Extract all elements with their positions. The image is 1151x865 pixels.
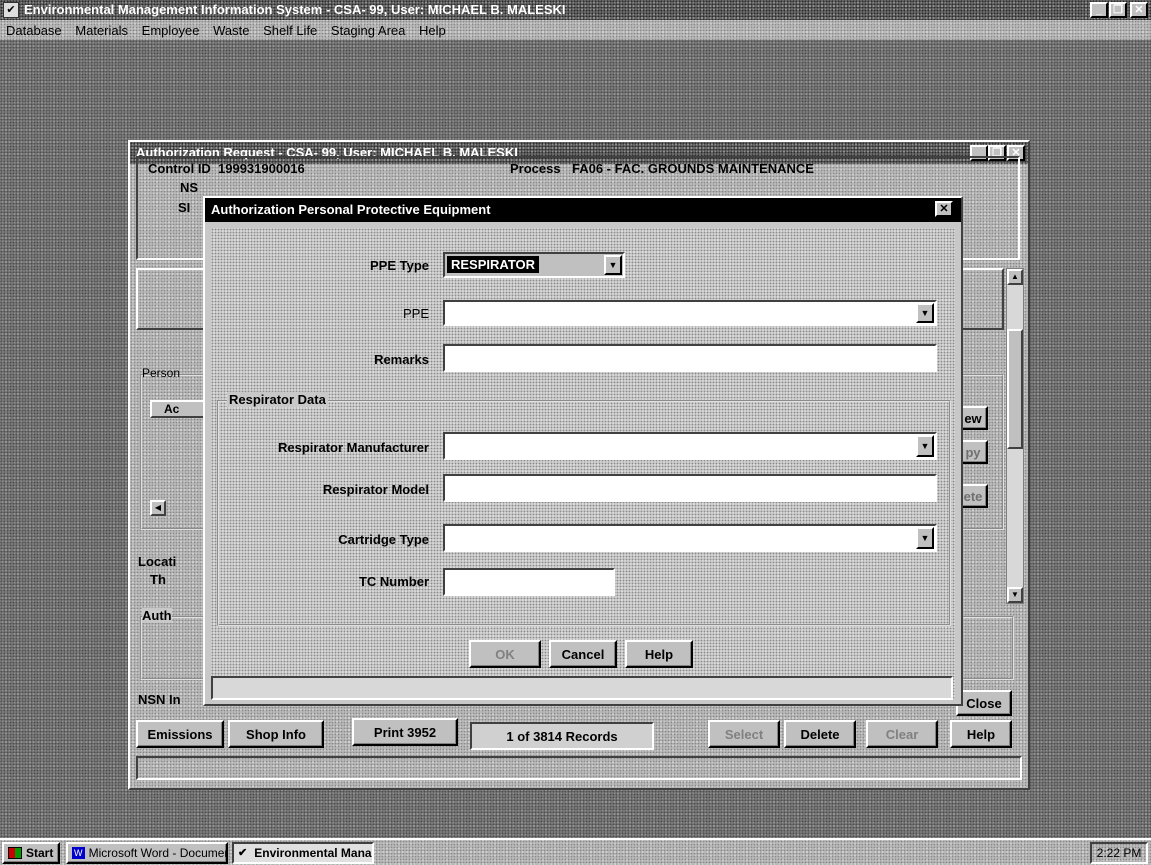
cancel-button[interactable]: Cancel	[549, 640, 617, 668]
manufacturer-dropdown[interactable]: ▼	[443, 432, 937, 460]
record-navigator: 1 of 3814 Records	[470, 722, 654, 750]
app-title: Environmental Management Information Sys…	[24, 2, 566, 17]
menu-staging-area[interactable]: Staging Area	[331, 23, 405, 38]
cartridge-type-dropdown[interactable]: ▼	[443, 524, 937, 552]
ppe-dialog: Authorization Personal Protective Equipm…	[203, 196, 963, 706]
print-3952-button[interactable]: Print 3952	[352, 718, 458, 746]
taskbar-item-word-label: Microsoft Word - Document2	[88, 846, 226, 860]
dialog-help-button[interactable]: Help	[625, 640, 693, 668]
ppe-dialog-close-button[interactable]: ✕	[935, 201, 953, 217]
close-window-button[interactable]: Close	[956, 690, 1012, 716]
chevron-down-icon[interactable]: ▼	[916, 435, 934, 457]
status-bar	[136, 756, 1022, 780]
chevron-down-icon[interactable]: ▼	[604, 255, 622, 275]
help-button[interactable]: Help	[950, 720, 1012, 748]
start-button[interactable]: Start	[2, 842, 60, 864]
emis-app-icon: ✔	[238, 847, 248, 859]
menu-materials[interactable]: Materials	[75, 23, 128, 38]
ppe-dialog-title: Authorization Personal Protective Equipm…	[211, 202, 491, 217]
menu-database[interactable]: Database	[6, 23, 62, 38]
taskbar-item-word[interactable]: W Microsoft Word - Document2	[66, 842, 228, 864]
nsn-in-partial-label: NSN In	[138, 692, 181, 707]
control-id-value: 199931900016	[218, 161, 305, 176]
chevron-down-icon[interactable]: ▼	[916, 303, 934, 323]
cartridge-type-label: Cartridge Type	[338, 532, 429, 547]
personnel-partial-label: Person	[142, 366, 181, 380]
chevron-down-icon[interactable]: ▼	[916, 527, 934, 549]
app-icon[interactable]: ✔	[3, 2, 19, 18]
emissions-button[interactable]: Emissions	[136, 720, 224, 748]
menu-employee[interactable]: Employee	[142, 23, 200, 38]
start-label: Start	[26, 846, 54, 860]
process-value: FA06 - FAC. GROUNDS MAINTENANCE	[572, 161, 814, 176]
vertical-scrollbar[interactable]: ▲ ▼	[1006, 268, 1024, 604]
manufacturer-label: Respirator Manufacturer	[278, 440, 429, 455]
tc-number-input[interactable]	[443, 568, 615, 596]
taskbar-item-emis[interactable]: ✔ Environmental Manag...	[232, 842, 374, 864]
shop-info-button[interactable]: Shop Info	[228, 720, 324, 748]
ppe-type-dropdown[interactable]: RESPIRATOR ▼	[443, 252, 625, 278]
word-icon: W	[72, 847, 85, 859]
scroll-up-button[interactable]: ▲	[1007, 269, 1023, 285]
menu-waste[interactable]: Waste	[213, 23, 249, 38]
clear-button[interactable]: Clear	[866, 720, 938, 748]
delete-button[interactable]: Delete	[784, 720, 856, 748]
menu-shelf-life[interactable]: Shelf Life	[263, 23, 317, 38]
taskbar-item-emis-label: Environmental Manag...	[254, 846, 372, 860]
ac-partial-label: Ac	[164, 402, 180, 416]
remarks-input[interactable]	[443, 344, 937, 372]
sh-partial-label: SI	[178, 200, 191, 215]
auth-partial-label: Auth	[142, 608, 172, 623]
ppe-label: PPE	[402, 306, 429, 321]
ppe-dropdown[interactable]: ▼	[443, 300, 937, 326]
personnel-list-header: Ac	[150, 400, 210, 418]
th-partial-label: Th	[150, 572, 166, 587]
close-button[interactable]: ✕	[1130, 2, 1148, 18]
menu-help[interactable]: Help	[419, 23, 446, 38]
model-label: Respirator Model	[322, 482, 429, 497]
nsn-partial-label: NS	[180, 180, 199, 195]
app-title-bar: ✔ Environmental Management Information S…	[0, 0, 1151, 20]
taskbar: Start W Microsoft Word - Document2 ✔ Env…	[0, 838, 1151, 865]
model-input[interactable]	[443, 474, 937, 502]
control-id-label: Control ID	[148, 161, 211, 176]
system-tray: 2:22 PM	[1090, 842, 1148, 864]
ok-button[interactable]: OK	[469, 640, 541, 668]
scroll-down-button[interactable]: ▼	[1007, 587, 1023, 603]
clock[interactable]: 2:22 PM	[1097, 846, 1142, 860]
scroll-thumb[interactable]	[1007, 329, 1023, 449]
record-count: 1 of 3814 Records	[506, 728, 618, 744]
remarks-label: Remarks	[374, 352, 429, 367]
ppe-type-value: RESPIRATOR	[447, 256, 540, 273]
minimize-button[interactable]: _	[1090, 2, 1108, 18]
ppe-dialog-title-bar: Authorization Personal Protective Equipm…	[205, 198, 961, 222]
tc-number-label: TC Number	[358, 574, 429, 589]
ppe-type-label: PPE Type	[369, 258, 429, 273]
menu-bar: Database Materials Employee Waste Shelf …	[0, 20, 1151, 40]
process-label: Process	[510, 161, 561, 176]
restore-button[interactable]: ❐	[1109, 2, 1127, 18]
location-partial-label: Locati	[138, 554, 177, 569]
respirator-data-group-label: Respirator Data	[227, 392, 328, 407]
select-button[interactable]: Select	[708, 720, 780, 748]
windows-logo-icon	[8, 847, 22, 859]
dialog-status-bar	[211, 676, 953, 700]
list-scroll-left-button[interactable]: ◀	[150, 500, 166, 516]
